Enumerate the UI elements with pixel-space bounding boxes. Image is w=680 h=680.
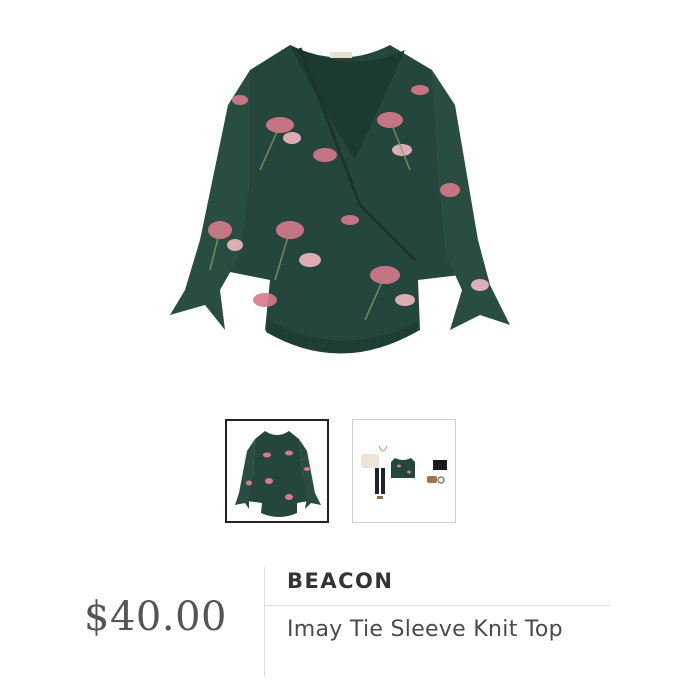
thumbnail-product-image[interactable] xyxy=(225,419,329,523)
product-name: Imay Tie Sleeve Knit Top xyxy=(287,617,563,642)
thumbnail-outfit-image[interactable] xyxy=(352,419,456,523)
vertical-divider xyxy=(264,567,265,677)
horizontal-divider xyxy=(265,605,610,606)
garment-right-sleeve xyxy=(432,70,510,330)
product-price: $40.00 xyxy=(84,594,227,640)
product-brand: BEACON xyxy=(287,569,394,593)
garment-left-sleeve xyxy=(170,70,250,330)
product-main-image xyxy=(150,30,530,380)
